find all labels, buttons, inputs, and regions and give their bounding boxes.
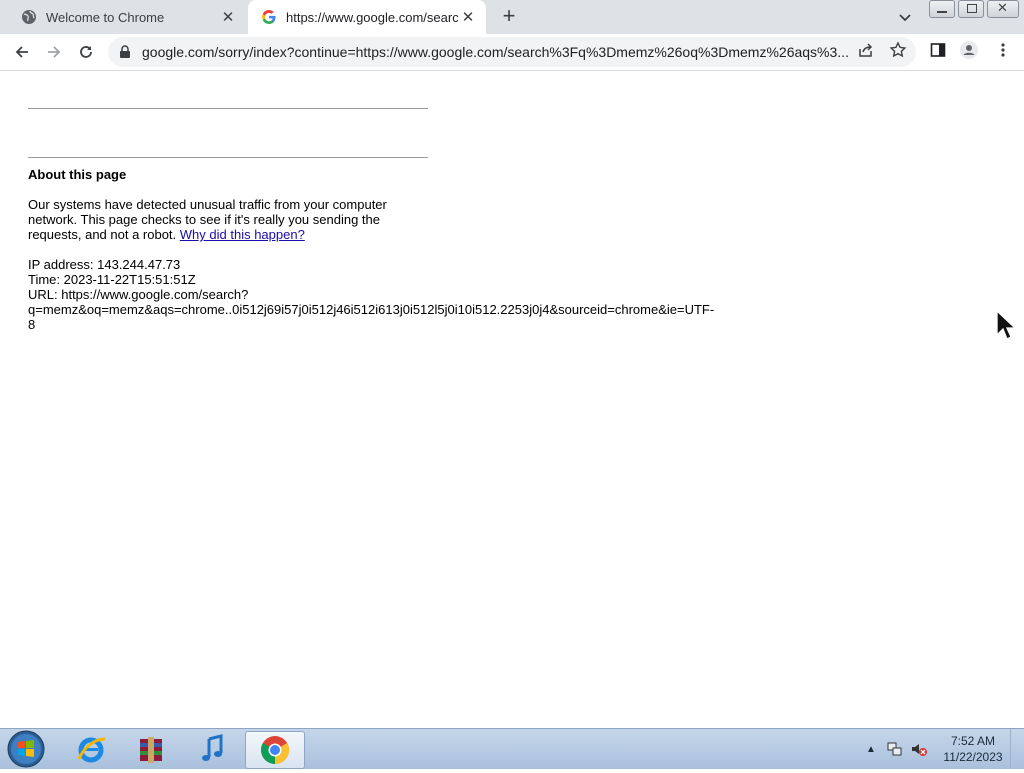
google-g-icon <box>261 9 277 25</box>
system-tray: ▲ <box>866 729 928 769</box>
close-window-button[interactable]: ✕ <box>987 0 1019 18</box>
side-panel-icon[interactable] <box>929 41 947 59</box>
page-content: About this page Our systems have detecte… <box>28 70 728 332</box>
bookmark-star-icon[interactable] <box>889 41 907 59</box>
back-arrow-icon <box>15 46 28 58</box>
url-line-continued: q=memz&oq=memz&aqs=chrome..0i512j69i57j0… <box>28 302 715 317</box>
url-text: google.com/sorry/index?continue=https://… <box>142 44 848 60</box>
tab-strip: Welcome to Chrome ✕ https://www.google.c… <box>0 0 1024 34</box>
tab-welcome[interactable]: Welcome to Chrome ✕ <box>8 0 246 34</box>
window-controls: ✕ <box>926 0 1019 18</box>
restore-button[interactable] <box>958 0 984 18</box>
new-tab-button[interactable]: + <box>498 5 520 28</box>
time-line: Time: 2023-11-22T15:51:51Z <box>28 272 196 287</box>
divider <box>28 108 428 109</box>
clock-date: 11/22/2023 <box>943 750 1003 764</box>
address-bar[interactable]: google.com/sorry/index?continue=https://… <box>108 37 916 67</box>
show-hidden-icons-arrow-icon[interactable]: ▲ <box>866 744 876 755</box>
tab-label: Welcome to Chrome <box>46 9 165 25</box>
menu-kebab-icon[interactable] <box>994 41 1012 59</box>
chrome-icon <box>261 736 289 764</box>
taskbar: ▲ 7:52 AM 11/22/2023 <box>0 728 1024 769</box>
divider <box>28 157 428 158</box>
close-tab-icon[interactable]: ✕ <box>458 7 478 27</box>
profile-avatar-icon[interactable] <box>960 41 978 59</box>
windows-start-orb-icon <box>7 730 45 768</box>
globe-icon <box>21 9 37 25</box>
clock-time: 7:52 AM <box>950 734 996 748</box>
back-button[interactable] <box>8 38 36 66</box>
lock-icon[interactable] <box>118 45 132 59</box>
forward-button[interactable] <box>40 38 68 66</box>
request-details: IP address: 143.244.47.73 Time: 2023-11-… <box>28 257 728 332</box>
volume-muted-icon[interactable] <box>910 740 928 758</box>
taskbar-itunes[interactable] <box>184 731 242 767</box>
network-icon[interactable] <box>886 740 904 758</box>
close-tab-icon[interactable]: ✕ <box>218 7 238 27</box>
minimize-button[interactable] <box>929 0 955 18</box>
taskbar-winrar[interactable] <box>122 731 180 767</box>
about-heading: About this page <box>28 167 127 182</box>
show-desktop-button[interactable] <box>1010 729 1024 769</box>
ip-address-line: IP address: 143.244.47.73 <box>28 257 181 272</box>
reload-icon <box>80 46 92 58</box>
taskbar-clock[interactable]: 7:52 AM 11/22/2023 <box>938 733 1008 765</box>
start-button[interactable] <box>6 730 46 768</box>
taskbar-chrome[interactable] <box>245 731 305 769</box>
share-icon[interactable] <box>857 41 875 59</box>
internet-explorer-icon <box>77 737 106 763</box>
forward-arrow-icon <box>48 46 61 58</box>
url-line-continued: 8 <box>28 317 36 332</box>
chevron-down-icon[interactable] <box>896 8 914 26</box>
why-did-this-happen-link[interactable]: Why did this happen? <box>180 227 305 242</box>
mouse-cursor-icon <box>996 309 1020 347</box>
tab-google-search[interactable]: https://www.google.com/search? ✕ <box>248 0 486 34</box>
reload-button[interactable] <box>72 38 100 66</box>
winrar-icon <box>140 737 162 763</box>
itunes-icon <box>202 734 223 761</box>
url-line: URL: https://www.google.com/search? <box>28 287 249 302</box>
taskbar-internet-explorer[interactable] <box>62 731 120 767</box>
unusual-traffic-message: Our systems have detected unusual traffi… <box>28 197 398 242</box>
tab-label: https://www.google.com/search? <box>286 9 458 25</box>
browser-toolbar: google.com/sorry/index?continue=https://… <box>0 34 1024 71</box>
